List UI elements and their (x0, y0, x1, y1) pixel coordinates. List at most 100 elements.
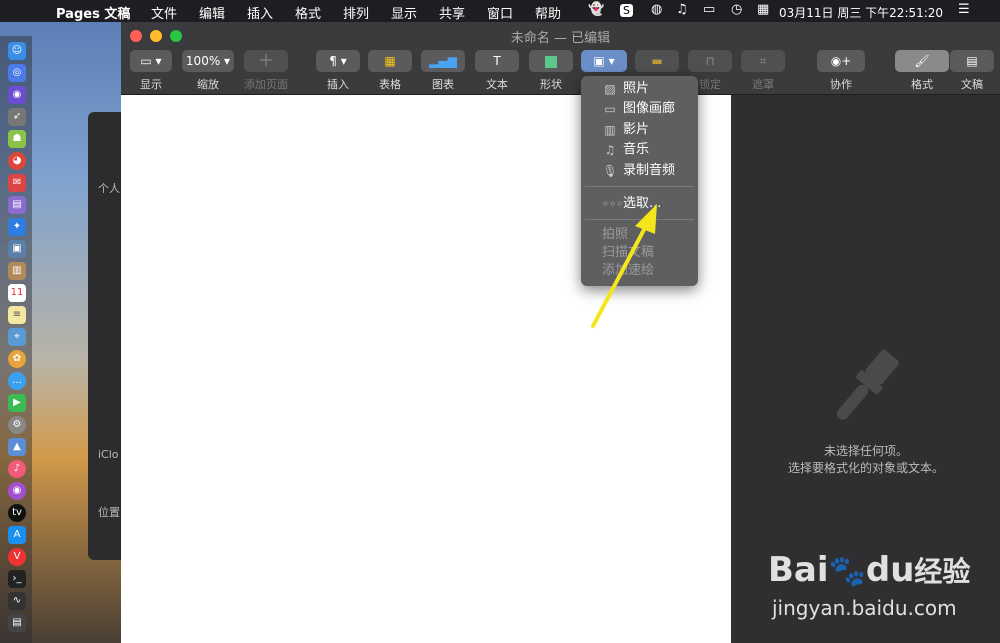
lock-button[interactable]: ⊓ (688, 50, 732, 72)
paw-icon: 🐾 (828, 554, 866, 589)
safari-icon[interactable]: ✦ (8, 218, 26, 236)
view-label: 显示 (140, 78, 162, 91)
finder-location-label: 位置 (98, 506, 120, 519)
messages-icon[interactable]: … (8, 372, 26, 390)
settings-icon[interactable]: ⚙ (8, 416, 26, 434)
photos-icon[interactable]: ✿ (8, 350, 26, 368)
ghost-icon[interactable]: 👻 (588, 2, 604, 17)
display-icon[interactable]: ▭ (703, 2, 715, 17)
menu-arrange[interactable]: 排列 (343, 3, 369, 22)
window-title: 未命名 — 已编辑 (510, 31, 611, 46)
keynote-icon[interactable]: ▲ (8, 438, 26, 456)
table-button[interactable]: ▦ (368, 50, 412, 72)
preview-icon[interactable]: ▣ (8, 240, 26, 258)
launchpad-icon[interactable]: ◎ (8, 64, 26, 82)
menu-format[interactable]: 格式 (295, 3, 321, 22)
paintbrush-placeholder-icon (836, 349, 899, 420)
format-button[interactable]: 🖌 (895, 50, 949, 72)
watermark-cn: 经验 (914, 555, 971, 588)
media-button[interactable]: ▣ ▾ (581, 50, 627, 72)
menu-edit[interactable]: 编辑 (199, 3, 225, 22)
add-page-label: 添加页面 (244, 78, 288, 91)
comment-icon: ▬ (651, 54, 663, 68)
crop-icon: ⌗ (759, 54, 767, 68)
zoom-select[interactable]: 100% ▾ (182, 50, 234, 72)
annotation-arrow (591, 204, 657, 328)
lock-icon: ⊓ (705, 54, 715, 68)
finder-icon[interactable]: ☺ (8, 42, 26, 60)
watermark-url: jingyan.baidu.com (772, 596, 957, 620)
menu-help[interactable]: 帮助 (535, 3, 561, 22)
watermark-brand: Bai (768, 550, 829, 590)
finder-window[interactable]: 个人 iClo 位置 (88, 112, 124, 560)
menu-item-movie[interactable]: ▥ 影片 (581, 120, 698, 140)
menu-insert[interactable]: 插入 (247, 3, 273, 22)
sogou-icon[interactable]: S (620, 4, 633, 17)
music-app-icon[interactable]: ♪ (8, 460, 26, 478)
chrome-icon[interactable]: ◕ (8, 152, 26, 170)
menu-view[interactable]: 显示 (391, 3, 417, 22)
music-note-icon[interactable]: ♫ (676, 2, 688, 17)
finder-personal-label: 个人 (98, 182, 120, 195)
inspector-empty-hint: 选择要格式化的对象或文本。 (787, 461, 944, 475)
format-label: 格式 (911, 78, 933, 91)
paintbrush-icon: 🖌 (914, 54, 930, 68)
chart-button[interactable]: ▂▄▆ (421, 50, 465, 72)
text-label: 文本 (486, 78, 508, 91)
mask-button[interactable]: ⌗ (741, 50, 785, 72)
insert-button[interactable]: ¶ ▾ (316, 50, 360, 72)
globe-icon[interactable]: ◍ (651, 2, 662, 17)
document-label: 文稿 (961, 78, 983, 91)
calendar-icon[interactable]: ▦ (757, 2, 769, 17)
app-red-icon[interactable]: ✉ (8, 174, 26, 192)
dock: ☺ ◎ ◉ ➶ ☗ ◕ ✉ ▤ ✦ ▣ ▥ 11 ≡ ⌖ ✿ … ▶ ⚙ ▲ ♪… (0, 36, 32, 643)
siri-icon[interactable]: ◉ (8, 86, 26, 104)
add-page-button[interactable]: ＋ (244, 50, 288, 72)
notes-icon[interactable]: ≡ (8, 306, 26, 324)
contacts-icon[interactable]: ▥ (8, 262, 26, 280)
chart-icon: ▂▄▆ (429, 54, 457, 68)
comment-button[interactable]: ▬ (635, 50, 679, 72)
menu-file[interactable]: 文件 (151, 3, 177, 22)
menu-item-record-audio[interactable]: 🎙 录制音频 (581, 161, 698, 181)
activity-monitor-icon[interactable]: ∿ (8, 592, 26, 610)
zoom-value: 100% (185, 54, 221, 68)
gallery-icon: ▭ (604, 102, 616, 116)
app-menu[interactable]: Pages 文稿 (56, 3, 130, 22)
view-button[interactable]: ▭ ▾ (130, 50, 172, 72)
time-machine-icon[interactable]: ◷ (731, 2, 742, 17)
table-label: 表格 (379, 78, 401, 91)
calendar-dock-icon[interactable]: 11 (8, 284, 26, 302)
rocket-icon[interactable]: ➶ (8, 108, 26, 126)
table-icon: ▦ (384, 54, 396, 68)
menu-window[interactable]: 窗口 (487, 3, 513, 22)
control-center-icon[interactable]: ☰ (958, 2, 970, 17)
android-icon[interactable]: ☗ (8, 130, 26, 148)
text-button[interactable]: T (475, 50, 519, 72)
tv-icon[interactable]: tv (8, 504, 26, 522)
collaborate-button[interactable]: ◉+ (817, 50, 865, 72)
menu-item-music[interactable]: ♫ 音乐 (581, 140, 698, 160)
app-store-icon[interactable]: A (8, 526, 26, 544)
facetime-icon[interactable]: ▶ (8, 394, 26, 412)
photo-icon: ▨ (604, 82, 616, 96)
collaborate-icon: ◉+ (830, 54, 852, 68)
zoom-label: 缩放 (197, 78, 219, 91)
microphone-icon: 🎙 (602, 164, 618, 178)
finder-icloud-label: iClo (98, 448, 119, 461)
clock-text[interactable]: 03月11日 周三 下午22:51:20 (779, 4, 943, 21)
podcasts-icon[interactable]: ◉ (8, 482, 26, 500)
app-purple-icon[interactable]: ▤ (8, 196, 26, 214)
terminal-icon[interactable]: ›_ (8, 570, 26, 588)
vivaldi-icon[interactable]: V (8, 548, 26, 566)
menu-item-photos[interactable]: ▨ 照片 (581, 79, 698, 99)
window-titlebar: 未命名 — 已编辑 ▭ ▾ 显示 100% ▾ 缩放 ＋ 添加页面 ¶ ▾ 插入… (121, 22, 1000, 95)
menu-share[interactable]: 共享 (439, 3, 465, 22)
document-icon: ▤ (966, 54, 978, 68)
menu-item-gallery[interactable]: ▭ 图像画廊 (581, 99, 698, 119)
console-icon[interactable]: ▤ (8, 614, 26, 632)
maps-icon[interactable]: ⌖ (8, 328, 26, 346)
shape-button[interactable] (529, 50, 573, 72)
mask-label: 遮罩 (752, 78, 774, 91)
document-button[interactable]: ▤ (950, 50, 994, 72)
